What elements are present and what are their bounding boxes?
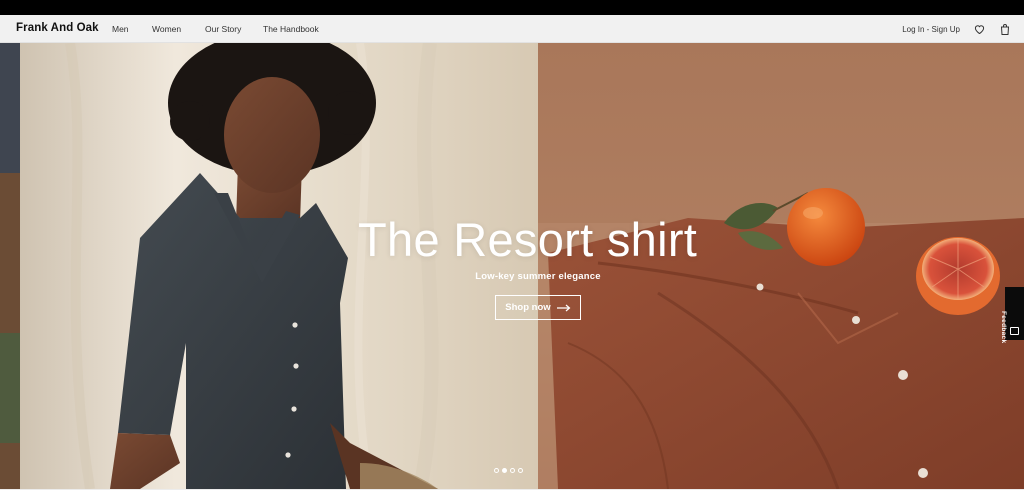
still-life-illustration bbox=[538, 188, 1024, 489]
main-navigation: Frank And Oak Men Women Our Story The Ha… bbox=[0, 15, 1024, 43]
arrow-right-icon bbox=[556, 304, 571, 311]
model-photo-illustration bbox=[0, 43, 538, 489]
nav-link-women[interactable]: Women bbox=[152, 24, 181, 34]
nav-link-the-handbook[interactable]: The Handbook bbox=[263, 24, 319, 34]
bag-icon[interactable] bbox=[998, 22, 1012, 36]
heart-icon[interactable] bbox=[972, 22, 986, 36]
shop-now-button[interactable]: Shop now bbox=[495, 295, 581, 320]
nav-link-our-story[interactable]: Our Story bbox=[205, 24, 241, 34]
shop-now-label: Shop now bbox=[505, 302, 551, 313]
page-bottom-strip bbox=[0, 489, 1024, 503]
carousel-dot-2[interactable] bbox=[502, 468, 507, 473]
feedback-chat-icon bbox=[1010, 327, 1019, 335]
carousel-dot-1[interactable] bbox=[494, 468, 499, 473]
carousel-dot-3[interactable] bbox=[510, 468, 515, 473]
hero-right-panel bbox=[538, 43, 1024, 489]
login-signup-link[interactable]: Log In - Sign Up bbox=[902, 25, 960, 34]
feedback-label: Feedback bbox=[1000, 311, 1007, 344]
feedback-tab[interactable]: Feedback bbox=[1000, 287, 1024, 343]
hero-carousel: The Resort shirt Low-key summer elegance… bbox=[0, 43, 1024, 489]
account-actions: Log In - Sign Up bbox=[902, 20, 1012, 38]
carousel-indicators bbox=[494, 468, 523, 476]
hero-left-panel bbox=[0, 43, 538, 489]
brand-logo[interactable]: Frank And Oak bbox=[16, 22, 99, 34]
nav-link-men[interactable]: Men bbox=[112, 24, 129, 34]
browser-top-strip bbox=[0, 0, 1024, 15]
carousel-dot-4[interactable] bbox=[518, 468, 523, 473]
